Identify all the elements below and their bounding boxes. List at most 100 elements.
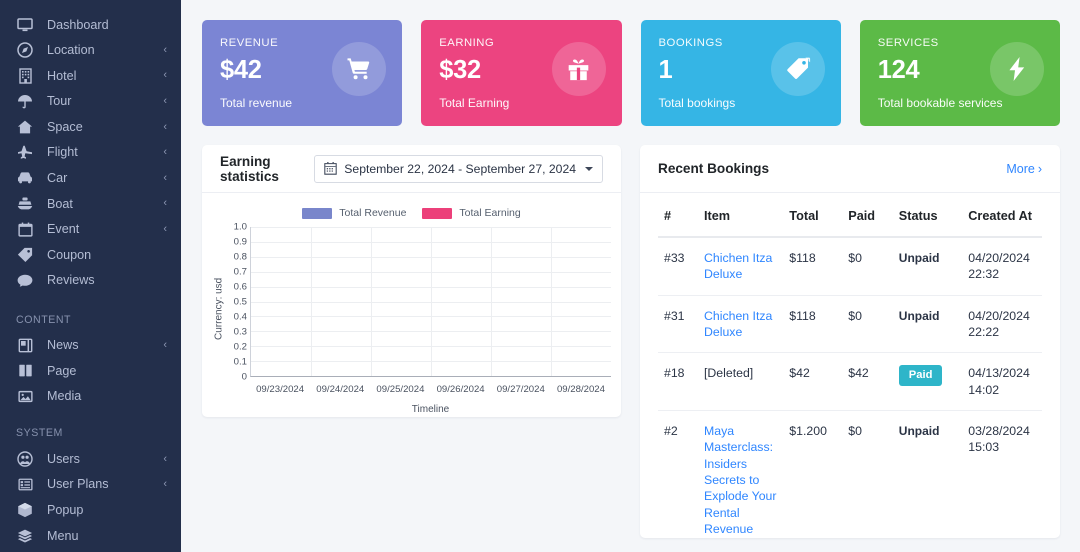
- booking-item: [Deleted]: [698, 352, 784, 412]
- chart-x-tick: 09/24/2024: [316, 384, 365, 395]
- sidebar-item-hotel[interactable]: Hotel ‹: [0, 63, 181, 89]
- chart-gridline-vertical: [551, 227, 552, 376]
- sidebar-item-label: Menu: [47, 528, 79, 543]
- more-bookings-link[interactable]: More ›: [1006, 162, 1042, 176]
- monitor-icon: [16, 16, 34, 34]
- stat-card-subtitle: Total Earning: [439, 95, 510, 110]
- main-content: REVENUE $42 Total revenue EARNING $32 Total E…: [181, 0, 1080, 552]
- chart-legend-swatch: [422, 207, 453, 219]
- booking-item-link[interactable]: Maya Masterclass: Insiders Secrets to Ex…: [704, 424, 776, 536]
- bookings-table-scroll[interactable]: # Item Total Paid Status Created At #33 Chiche…: [640, 193, 1060, 538]
- date-range-picker[interactable]: September 22, 2024 - September 27, 2024: [314, 154, 603, 183]
- bookings-table-body: #33 Chichen Itza Deluxe $118 $0 Unpaid 04/20/…: [658, 237, 1042, 538]
- chart-y-tick: 0: [241, 371, 247, 383]
- table-column-header: Total: [783, 193, 843, 238]
- sidebar: Dashboard Location ‹ Hotel ‹ Tour ‹ Space ‹ Fligh…: [0, 0, 181, 552]
- sidebar-item-popup[interactable]: Popup: [0, 498, 181, 524]
- booking-id: #33: [658, 237, 698, 296]
- sidebar-item-media[interactable]: Media: [0, 384, 181, 410]
- price-tag-icon: [770, 42, 825, 96]
- booking-item-link[interactable]: Chichen Itza Deluxe: [704, 309, 772, 339]
- chart-gridline-vertical: [491, 227, 492, 376]
- sidebar-item-event[interactable]: Event ‹: [0, 217, 181, 243]
- umbrella-icon: [16, 93, 34, 111]
- chevron-left-icon: ‹: [163, 43, 167, 56]
- earning-panel-header: Earning statistics September 22, 2024 - …: [202, 145, 621, 193]
- chart-gridline-vertical: [431, 227, 432, 376]
- booking-item[interactable]: Chichen Itza Deluxe: [698, 295, 784, 354]
- earning-panel-title: Earning statistics: [220, 153, 279, 184]
- sidebar-item-label: Popup: [47, 503, 84, 517]
- sidebar-item-news[interactable]: News ‹: [0, 333, 181, 359]
- table-row[interactable]: #31 Chichen Itza Deluxe $118 $0 Unpaid 04/20/…: [658, 295, 1042, 354]
- sidebar-item-label: Coupon: [47, 247, 92, 262]
- status-label: Unpaid: [898, 251, 940, 265]
- more-label: More: [1006, 161, 1035, 176]
- sidebar-item-coupon[interactable]: Coupon: [0, 242, 181, 268]
- booking-paid: $42: [842, 352, 893, 412]
- chevron-left-icon: ‹: [163, 120, 167, 133]
- sidebar-item-flight[interactable]: Flight ‹: [0, 140, 181, 166]
- sidebar-item-dashboard[interactable]: Dashboard: [0, 12, 181, 38]
- chart-y-tick: 0.9: [233, 236, 247, 248]
- admin-dashboard: Dashboard Location ‹ Hotel ‹ Tour ‹ Space ‹ Fligh…: [0, 0, 1080, 552]
- sidebar-item-users[interactable]: Users ‹: [0, 446, 181, 472]
- panels-row: Earning statistics September 22, 2024 - …: [202, 145, 1060, 538]
- table-column-header: #: [658, 193, 698, 238]
- stat-card-earning[interactable]: EARNING $32 Total Earning: [421, 20, 622, 126]
- chart-y-tick: 0.5: [233, 296, 247, 308]
- chevron-right-icon: ›: [1037, 161, 1042, 176]
- sidebar-item-user-plans[interactable]: User Plans ‹: [0, 472, 181, 498]
- sidebar-item-location[interactable]: Location ‹: [0, 38, 181, 64]
- chevron-left-icon: ‹: [163, 223, 167, 236]
- gift-icon: [551, 42, 606, 96]
- sidebar-item-page[interactable]: Page: [0, 358, 181, 384]
- stat-card-revenue[interactable]: REVENUE $42 Total revenue: [202, 20, 403, 126]
- booking-created-at: 04/20/2024 22:32: [962, 237, 1042, 296]
- status-label: Unpaid: [898, 424, 940, 439]
- booking-item-link[interactable]: Chichen Itza Deluxe: [704, 251, 772, 281]
- chart-gridline-vertical: [371, 227, 372, 376]
- table-row[interactable]: #33 Chichen Itza Deluxe $118 $0 Unpaid 04/20/…: [658, 237, 1042, 296]
- sidebar-item-menu[interactable]: Menu: [0, 523, 181, 549]
- chart-y-tick: 0.2: [233, 341, 247, 353]
- sidebar-main-nav: Dashboard Location ‹ Hotel ‹ Tour ‹ Space ‹ Fligh…: [0, 12, 181, 294]
- book-icon: [16, 336, 34, 354]
- sidebar-item-car[interactable]: Car ‹: [0, 166, 181, 192]
- chart-legend-item[interactable]: Total Earning: [422, 207, 521, 219]
- chart-y-tick: 0.1: [233, 356, 247, 368]
- stat-card-services[interactable]: SERVICES 124 Total bookable services: [859, 20, 1060, 126]
- sidebar-section-title-system: SYSTEM: [16, 427, 63, 440]
- booking-item[interactable]: Maya Masterclass: Insiders Secrets to Ex…: [698, 410, 784, 538]
- sidebar-item-reviews[interactable]: Reviews: [0, 268, 181, 294]
- plane-icon: [16, 144, 34, 162]
- sidebar-item-label: Users: [47, 451, 80, 466]
- lightning-bolt-icon: [990, 42, 1044, 96]
- table-row[interactable]: #18 [Deleted] $42 $42 Paid 04/13/2024 14:02: [658, 352, 1042, 412]
- table-row[interactable]: #2 Maya Masterclass: Insiders Secrets to …: [658, 410, 1042, 538]
- booking-item-text: [Deleted]: [704, 366, 754, 381]
- sidebar-item-label: User Plans: [47, 477, 109, 492]
- booking-id: #31: [658, 295, 698, 354]
- stat-card-bookings[interactable]: BOOKINGS 1 Total bookings: [640, 20, 841, 126]
- sidebar-item-tour[interactable]: Tour ‹: [0, 89, 181, 115]
- chart-plot-wrapper: Currency: usd 1.0 0.9 0.8 0.7 0.6 0.5 0.4 0.3 0.…: [212, 222, 611, 383]
- building-icon: [16, 67, 34, 85]
- booking-created-at: 04/13/2024 14:02: [962, 352, 1042, 412]
- sidebar-item-label: Location: [47, 43, 95, 58]
- bookings-panel-title: Recent Bookings: [658, 161, 770, 176]
- booking-item[interactable]: Chichen Itza Deluxe: [698, 237, 784, 296]
- list-icon: [16, 476, 34, 494]
- chart-legend-item[interactable]: Total Revenue: [302, 207, 406, 219]
- chart-plot-area: [250, 227, 611, 377]
- chart-y-tick: 0.6: [233, 281, 247, 293]
- sidebar-item-space[interactable]: Space ‹: [0, 114, 181, 140]
- sidebar-item-boat[interactable]: Boat ‹: [0, 191, 181, 217]
- chart-y-axis-label: Currency: usd: [213, 277, 225, 341]
- booking-paid: $0: [842, 410, 893, 538]
- sidebar-item-label: Boat: [47, 196, 73, 211]
- cube-icon: [16, 501, 34, 519]
- chart-legend-label: Total Earning: [459, 207, 521, 219]
- sidebar-section-title-content: CONTENT: [16, 313, 72, 326]
- chart-y-tick: 0.3: [233, 326, 247, 338]
